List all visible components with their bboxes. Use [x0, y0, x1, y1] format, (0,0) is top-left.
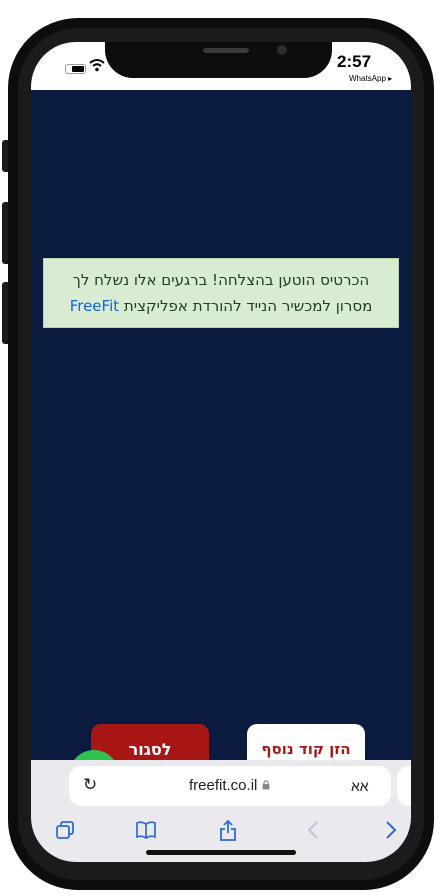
success-alert: הכרטיס הוטען בהצלחה! ברגעים אלו נשלח לך …: [43, 258, 399, 328]
alert-line-1: הכרטיס הוטען בהצלחה! ברגעים אלו נשלח לך: [72, 271, 370, 289]
forward-icon[interactable]: [385, 820, 397, 845]
front-camera: [277, 45, 287, 55]
share-icon[interactable]: [219, 819, 237, 847]
back-to-whatsapp-link[interactable]: WhatsApp ▸: [349, 74, 392, 83]
wifi-icon: [89, 58, 105, 76]
safari-address-area: ↻ freefit.co.il אא: [31, 760, 411, 814]
url-domain: freefit.co.il: [189, 777, 258, 794]
alert-line-2-text: מסרון למכשיר הנייד להורדת אפליקצית: [119, 297, 373, 315]
text-size-button[interactable]: אא: [351, 778, 369, 794]
address-bar[interactable]: ↻ freefit.co.il אא: [69, 766, 391, 806]
notch: [105, 42, 332, 78]
home-indicator: [146, 850, 296, 855]
web-content: הכרטיס הוטען בהצלחה! ברגעים אלו נשלח לך …: [31, 90, 411, 800]
next-tab-preview[interactable]: [397, 766, 411, 806]
reload-icon[interactable]: ↻: [83, 775, 97, 795]
freefit-brand-name: FreeFit: [69, 297, 120, 315]
earpiece-speaker: [203, 48, 249, 53]
back-icon: [307, 820, 319, 845]
battery-icon: [65, 64, 86, 74]
url-text[interactable]: freefit.co.il: [189, 777, 270, 794]
bookmarks-icon[interactable]: [135, 820, 157, 845]
tabs-icon[interactable]: [55, 820, 75, 845]
status-time: 2:57: [337, 52, 372, 71]
alert-line-2: מסרון למכשיר הנייד להורדת אפליקצית FreeF…: [44, 293, 398, 319]
phone-screen: 2:57 WhatsApp ▸ הכרטיס הוטען בהצלחה! ברג…: [31, 42, 411, 862]
lock-icon: [262, 780, 270, 793]
